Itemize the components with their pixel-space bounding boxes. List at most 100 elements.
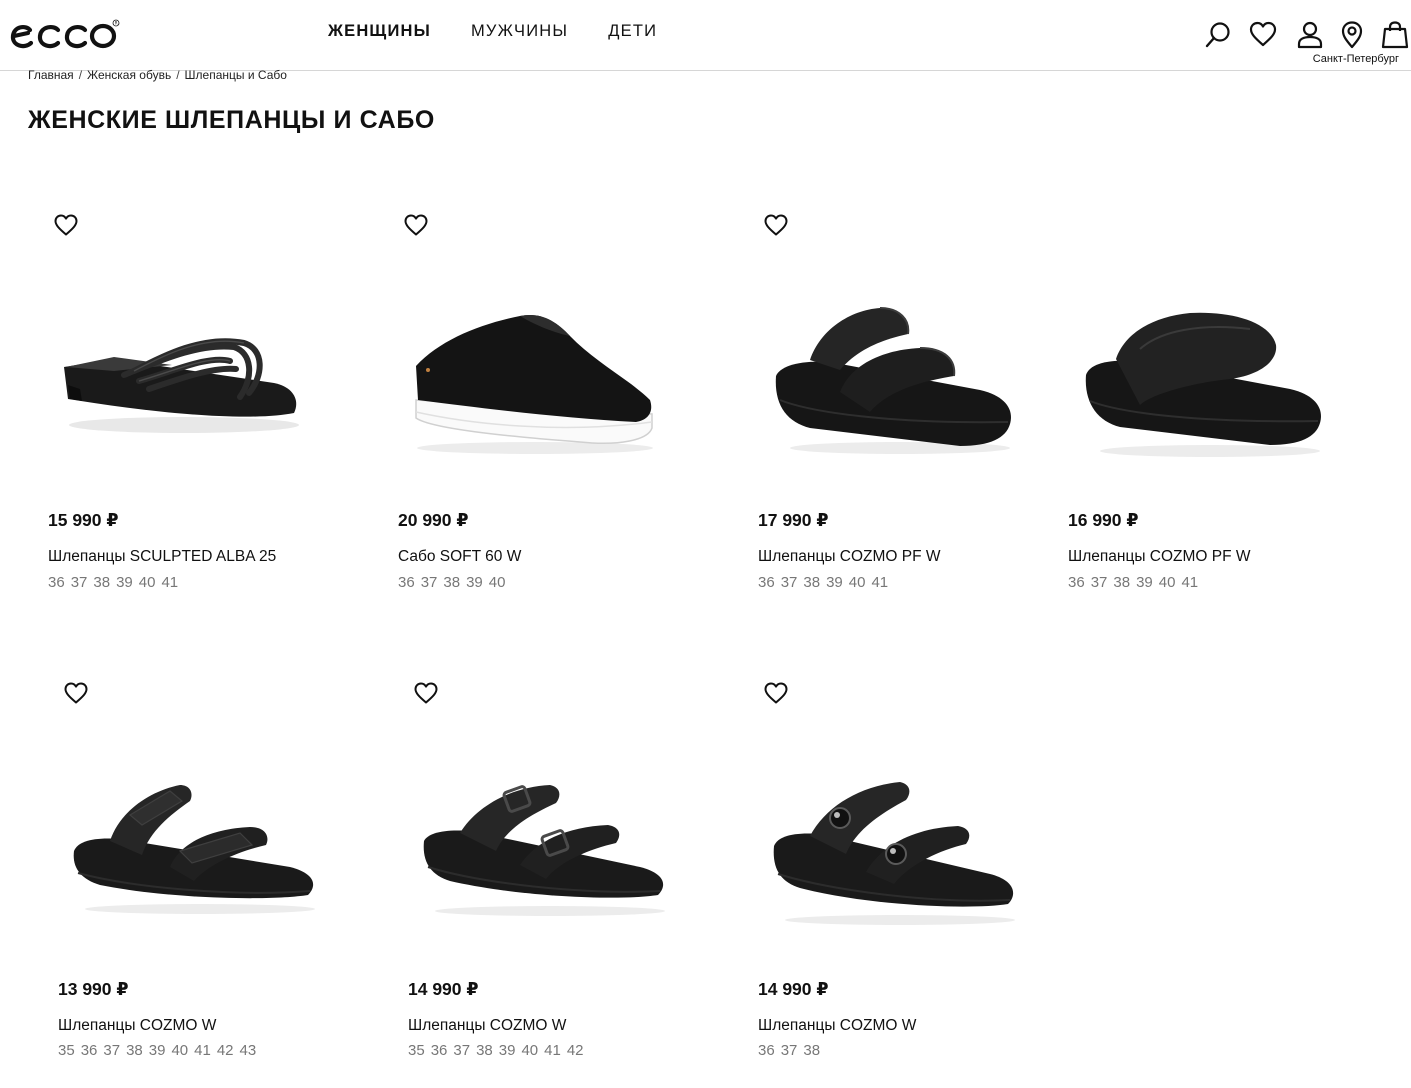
size-option[interactable]: 36 — [1068, 574, 1085, 591]
size-option[interactable]: 41 — [194, 1042, 211, 1059]
product-name[interactable]: Шлепанцы COZMO PF W — [1068, 548, 1251, 566]
size-option[interactable]: 36 — [81, 1042, 98, 1059]
shopping-bag-icon[interactable] — [1381, 20, 1409, 50]
breadcrumb-home[interactable]: Главная — [28, 68, 74, 82]
size-option[interactable]: 36 — [758, 574, 775, 591]
size-option[interactable]: 40 — [171, 1042, 188, 1059]
user-icon[interactable] — [1296, 20, 1324, 50]
size-option[interactable]: 41 — [871, 574, 888, 591]
black-two-buckle-strap-slide-image[interactable] — [420, 746, 670, 946]
size-option[interactable]: 40 — [521, 1042, 538, 1059]
size-list: 36 37 38 39 40 41 — [1068, 574, 1198, 591]
size-option[interactable]: 36 — [431, 1042, 448, 1059]
nav-kids[interactable]: ДЕТИ — [608, 22, 657, 41]
city-label[interactable]: Санкт-Петербург — [1313, 53, 1399, 65]
size-option[interactable]: 37 — [1091, 574, 1108, 591]
size-option[interactable]: 43 — [240, 1042, 257, 1059]
product-name[interactable]: Шлепанцы COZMO W — [758, 1017, 916, 1035]
favorite-heart-icon[interactable] — [413, 681, 439, 705]
product-card[interactable]: 14 990 ₽ Шлепанцы COZMO W 35 36 37 38 39… — [400, 668, 700, 1088]
size-option[interactable]: 41 — [161, 574, 178, 591]
location-pin-icon[interactable] — [1338, 20, 1366, 50]
product-price: 16 990 ₽ — [1068, 510, 1139, 530]
size-option[interactable]: 40 — [849, 574, 866, 591]
size-option[interactable]: 39 — [466, 574, 483, 591]
size-option[interactable]: 39 — [116, 574, 133, 591]
size-option[interactable]: 38 — [1113, 574, 1130, 591]
size-list: 36 37 38 39 40 41 — [758, 574, 888, 591]
product-price: 14 990 ₽ — [408, 979, 479, 999]
size-option[interactable]: 35 — [408, 1042, 425, 1059]
black-two-strap-platform-slide-image[interactable] — [770, 280, 1020, 480]
svg-text:R: R — [115, 21, 118, 26]
size-option[interactable]: 38 — [443, 574, 460, 591]
size-option[interactable]: 40 — [1159, 574, 1176, 591]
size-option[interactable]: 37 — [421, 574, 438, 591]
size-option[interactable]: 39 — [1136, 574, 1153, 591]
black-two-velcro-strap-slide-image[interactable] — [70, 746, 320, 946]
product-name[interactable]: Шлепанцы COZMO W — [58, 1017, 216, 1035]
size-option[interactable]: 37 — [71, 574, 88, 591]
favorite-heart-icon[interactable] — [63, 681, 89, 705]
size-option[interactable]: 39 — [149, 1042, 166, 1059]
size-option[interactable]: 36 — [758, 1042, 775, 1059]
breadcrumb-women-shoes[interactable]: Женская обувь — [87, 68, 171, 82]
black-single-strap-platform-slide-image[interactable] — [1080, 285, 1330, 485]
product-name[interactable]: Шлепанцы COZMO W — [408, 1017, 566, 1035]
size-option[interactable]: 39 — [499, 1042, 516, 1059]
size-option[interactable]: 38 — [803, 1042, 820, 1059]
nav-men[interactable]: МУЖЧИНЫ — [471, 22, 568, 41]
size-option[interactable]: 41 — [1181, 574, 1198, 591]
size-list: 36 37 38 39 40 41 — [48, 574, 178, 591]
size-option[interactable]: 41 — [544, 1042, 561, 1059]
product-price: 13 990 ₽ — [58, 979, 129, 999]
size-option[interactable]: 37 — [781, 1042, 798, 1059]
product-card[interactable]: 15 990 ₽ Шлепанцы SCULPTED ALBA 25 36 37… — [40, 200, 340, 620]
product-card[interactable]: 14 990 ₽ Шлепанцы COZMO W 36 37 38 — [750, 668, 1050, 1088]
black-woven-strap-slide-image[interactable] — [54, 290, 304, 490]
favorite-heart-icon[interactable] — [763, 213, 789, 237]
size-option[interactable]: 38 — [803, 574, 820, 591]
main-nav: ЖЕНЩИНЫ МУЖЧИНЫ ДЕТИ — [328, 22, 657, 41]
favorite-heart-icon[interactable] — [403, 213, 429, 237]
nav-women[interactable]: ЖЕНЩИНЫ — [328, 22, 431, 41]
size-option[interactable]: 35 — [58, 1042, 75, 1059]
size-option[interactable]: 38 — [126, 1042, 143, 1059]
size-list: 36 37 38 — [758, 1042, 820, 1059]
size-option[interactable]: 42 — [567, 1042, 584, 1059]
size-option[interactable]: 38 — [476, 1042, 493, 1059]
size-option[interactable]: 37 — [103, 1042, 120, 1059]
product-card[interactable]: 17 990 ₽ Шлепанцы COZMO PF W 36 37 38 39… — [750, 200, 1050, 620]
black-leather-clog-image[interactable] — [410, 280, 660, 480]
product-name[interactable]: Шлепанцы COZMO PF W — [758, 548, 941, 566]
size-option[interactable]: 42 — [217, 1042, 234, 1059]
size-list: 35 36 37 38 39 40 41 42 43 — [58, 1042, 256, 1059]
product-price: 17 990 ₽ — [758, 510, 829, 530]
heart-icon[interactable] — [1249, 20, 1277, 50]
size-option[interactable]: 40 — [139, 574, 156, 591]
breadcrumb-separator: / — [176, 68, 180, 82]
black-two-stud-strap-slide-image[interactable] — [770, 750, 1020, 950]
product-price: 20 990 ₽ — [398, 510, 469, 530]
product-card[interactable]: 16 990 ₽ Шлепанцы COZMO PF W 36 37 38 39… — [1060, 200, 1360, 620]
product-name[interactable]: Шлепанцы SCULPTED ALBA 25 — [48, 548, 276, 566]
size-option[interactable]: 39 — [826, 574, 843, 591]
ecco-logo[interactable]: R — [8, 17, 120, 53]
page-title: ЖЕНСКИЕ ШЛЕПАНЦЫ И САБО — [28, 106, 435, 134]
size-option[interactable]: 37 — [781, 574, 798, 591]
size-option[interactable]: 37 — [453, 1042, 470, 1059]
product-price: 14 990 ₽ — [758, 979, 829, 999]
breadcrumb-current[interactable]: Шлепанцы и Сабо — [185, 68, 287, 82]
size-option[interactable]: 40 — [489, 574, 506, 591]
favorite-heart-icon[interactable] — [53, 213, 79, 237]
product-price: 15 990 ₽ — [48, 510, 119, 530]
size-option[interactable]: 36 — [398, 574, 415, 591]
favorite-heart-icon[interactable] — [763, 681, 789, 705]
size-list: 36 37 38 39 40 — [398, 574, 505, 591]
product-card[interactable]: 20 990 ₽ Сабо SOFT 60 W 36 37 38 39 40 — [390, 200, 690, 620]
product-name[interactable]: Сабо SOFT 60 W — [398, 548, 521, 566]
size-option[interactable]: 36 — [48, 574, 65, 591]
search-icon[interactable] — [1204, 20, 1232, 50]
size-option[interactable]: 38 — [93, 574, 110, 591]
product-card[interactable]: 13 990 ₽ Шлепанцы COZMO W 35 36 37 38 39… — [50, 668, 350, 1088]
